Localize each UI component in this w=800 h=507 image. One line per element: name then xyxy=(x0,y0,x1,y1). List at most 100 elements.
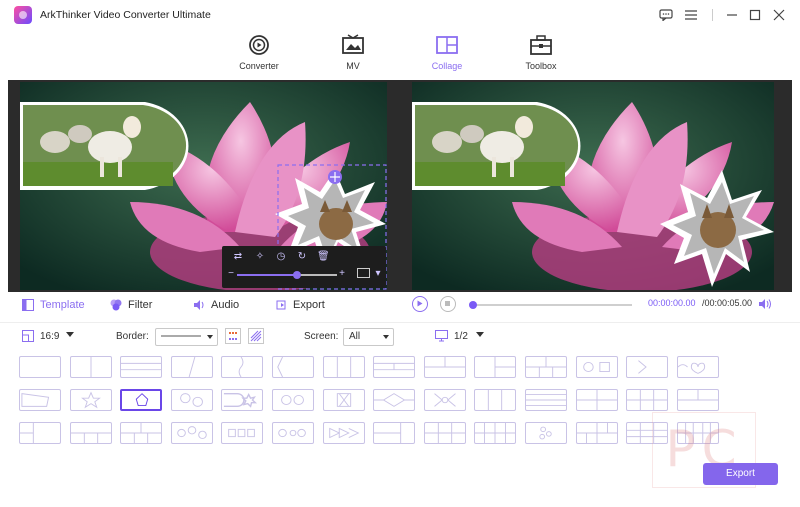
feedback-icon[interactable] xyxy=(657,6,675,24)
swap-icon[interactable]: ⇄ xyxy=(232,251,244,263)
rotate-icon[interactable]: ↻ xyxy=(296,251,308,263)
collage-template[interactable] xyxy=(575,389,618,411)
screen-label: Screen: xyxy=(304,331,339,342)
collage-template[interactable] xyxy=(19,389,61,411)
clip-edit-toolbar: ⇄ ✧ ◷ ↻ 🗑 − + ▾ xyxy=(222,246,386,288)
minimize-icon[interactable] xyxy=(723,6,741,24)
collage-template[interactable] xyxy=(322,389,365,411)
play-icon xyxy=(417,300,423,307)
collage-icon xyxy=(436,36,458,54)
app-title: ArkThinker Video Converter Ultimate xyxy=(40,9,211,21)
chevron-down-icon[interactable]: ▾ xyxy=(372,268,384,280)
clock-icon[interactable]: ◷ xyxy=(275,251,287,263)
seek-handle[interactable] xyxy=(469,301,477,309)
template-settings-row: 16:9 Border: Screen: All 1/2 xyxy=(0,322,800,348)
volume-icon[interactable] xyxy=(758,297,772,311)
collage-template[interactable] xyxy=(474,356,517,378)
collage-template[interactable] xyxy=(322,422,365,444)
aspect-frame-icon[interactable] xyxy=(357,268,370,278)
collage-template[interactable] xyxy=(322,356,365,378)
collage-template[interactable] xyxy=(69,422,112,444)
collage-template[interactable] xyxy=(120,422,163,444)
playback-bar: 00:00:00.00 /00:00:05.00 xyxy=(400,294,800,316)
zoom-slider[interactable] xyxy=(237,271,337,279)
zoom-out-icon[interactable]: − xyxy=(225,268,237,280)
stop-icon xyxy=(445,301,450,306)
border-style-select[interactable] xyxy=(155,328,218,346)
collage-template[interactable] xyxy=(272,422,314,444)
collage-template[interactable] xyxy=(221,422,264,444)
magic-wand-icon[interactable]: ✧ xyxy=(254,251,266,263)
filter-icon xyxy=(110,299,122,311)
collage-template[interactable] xyxy=(423,422,466,444)
template-icon xyxy=(22,299,34,311)
aspect-ratio-dropdown-icon[interactable] xyxy=(66,332,74,337)
collage-template[interactable] xyxy=(525,389,567,411)
tab-mv[interactable]: MV xyxy=(313,34,393,76)
current-time: 00:00:00.00 xyxy=(648,298,696,308)
collage-template[interactable] xyxy=(373,389,416,411)
preview-area xyxy=(8,80,792,292)
stop-button[interactable] xyxy=(440,296,456,312)
zoom-in-icon[interactable]: + xyxy=(336,268,348,280)
collage-template[interactable] xyxy=(120,389,163,411)
aspect-ratio-value[interactable]: 16:9 xyxy=(40,331,59,342)
audio-icon xyxy=(194,300,204,310)
hatch-pattern-icon xyxy=(250,330,262,342)
collage-template[interactable] xyxy=(373,356,416,378)
collage-template[interactable] xyxy=(575,422,618,444)
collage-template[interactable] xyxy=(272,356,314,378)
menu-icon[interactable] xyxy=(682,6,700,24)
color-grid-icon xyxy=(229,332,237,340)
export-button[interactable]: Export xyxy=(703,463,778,485)
tab-filter[interactable]: Filter xyxy=(110,297,152,313)
screen-select[interactable]: All xyxy=(343,328,394,346)
collage-template[interactable] xyxy=(423,356,466,378)
collage-template[interactable] xyxy=(676,356,719,378)
separator-icon xyxy=(704,6,722,24)
collage-template[interactable] xyxy=(423,389,466,411)
border-pattern-button[interactable] xyxy=(248,328,264,344)
collage-template[interactable] xyxy=(676,389,719,411)
border-label: Border: xyxy=(116,331,149,342)
zoom-slider-handle[interactable] xyxy=(293,271,301,279)
maximize-icon[interactable] xyxy=(746,6,764,24)
collage-template[interactable] xyxy=(221,389,264,411)
collage-template[interactable] xyxy=(525,356,567,378)
export-icon xyxy=(276,300,286,310)
collage-template[interactable] xyxy=(19,356,61,378)
tab-toolbox[interactable]: Toolbox xyxy=(501,34,581,76)
main-nav: Converter MV Collage Toolbox xyxy=(0,30,800,78)
collage-template[interactable] xyxy=(120,356,163,378)
trash-icon[interactable]: 🗑 xyxy=(317,251,330,263)
collage-template[interactable] xyxy=(19,422,61,444)
total-time: /00:00:05.00 xyxy=(702,298,753,308)
collage-template[interactable] xyxy=(221,356,264,378)
collage-template[interactable] xyxy=(373,422,416,444)
page-dropdown-icon[interactable] xyxy=(476,332,484,337)
collage-template[interactable] xyxy=(170,389,213,411)
collage-template[interactable] xyxy=(272,389,314,411)
close-icon[interactable] xyxy=(770,6,788,24)
tab-collage[interactable]: Collage xyxy=(407,34,487,76)
collage-template[interactable] xyxy=(626,356,669,378)
collage-subtabs: Template Filter Audio Export xyxy=(0,294,400,316)
collage-template[interactable] xyxy=(474,389,517,411)
collage-template[interactable] xyxy=(170,422,213,444)
collage-template[interactable] xyxy=(525,422,567,444)
tab-export[interactable]: Export xyxy=(275,297,325,313)
collage-template[interactable] xyxy=(626,389,669,411)
border-color-button[interactable] xyxy=(225,328,241,344)
play-button[interactable] xyxy=(412,296,428,312)
tab-converter[interactable]: Converter xyxy=(219,34,299,76)
collage-template[interactable] xyxy=(474,422,517,444)
tab-template[interactable]: Template xyxy=(22,297,85,313)
collage-template[interactable] xyxy=(575,356,618,378)
collage-template[interactable] xyxy=(170,356,213,378)
seek-bar[interactable] xyxy=(469,301,632,309)
tab-audio[interactable]: Audio xyxy=(193,297,239,313)
title-bar: ArkThinker Video Converter Ultimate xyxy=(0,0,800,30)
sheep-photo xyxy=(20,102,189,190)
collage-template[interactable] xyxy=(69,389,112,411)
collage-template[interactable] xyxy=(69,356,112,378)
